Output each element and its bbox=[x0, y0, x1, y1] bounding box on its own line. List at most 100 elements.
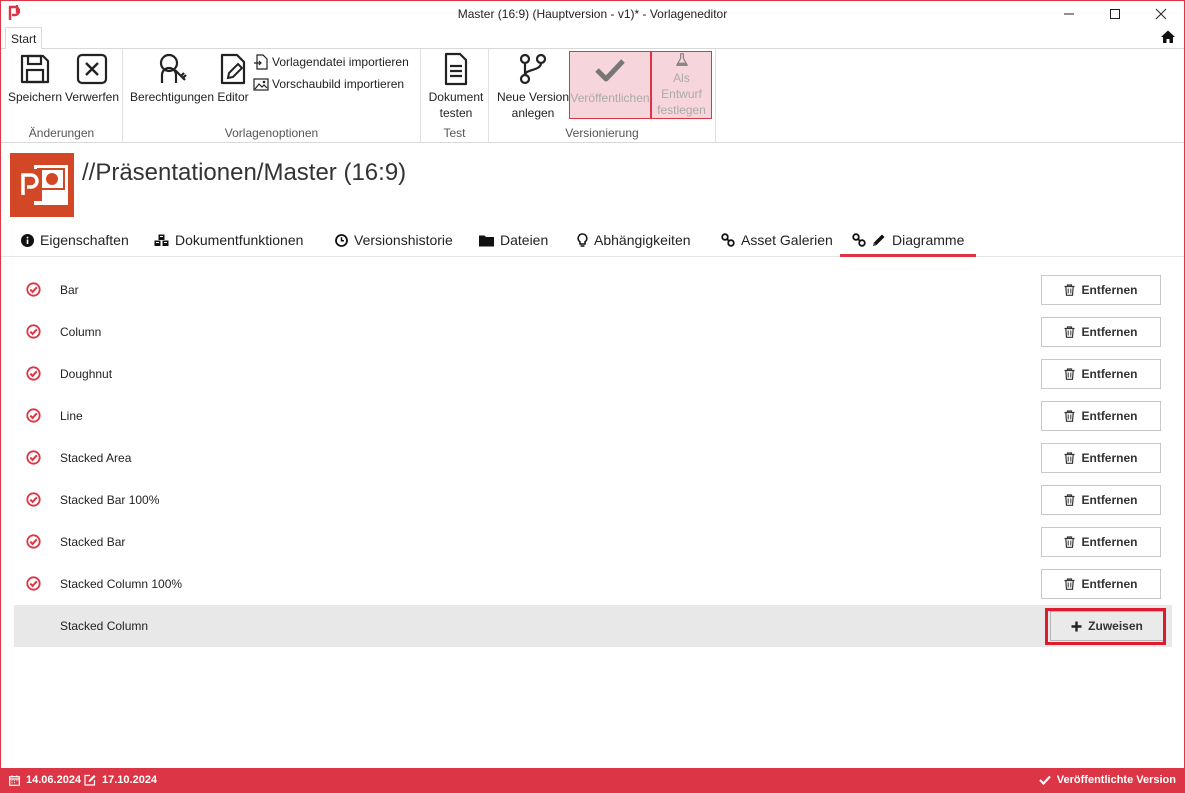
content-tabs: Eigenschaften Dokumentfunktionen Version… bbox=[1, 225, 1184, 257]
tab-properties-label: Eigenschaften bbox=[40, 232, 129, 248]
remove-button[interactable]: Entfernen bbox=[1041, 401, 1161, 431]
page-title: //Präsentationen/Master (16:9) bbox=[82, 159, 407, 186]
group-label-template-options: Vorlagenoptionen bbox=[224, 126, 319, 140]
check-circle-icon bbox=[26, 408, 41, 423]
draft-label-line1: Als Entwurf bbox=[661, 71, 702, 101]
remove-button-label: Entfernen bbox=[1081, 367, 1138, 381]
ribbon-tab-strip: Start bbox=[1, 27, 1184, 50]
modified-date: 17.10.2024 bbox=[84, 768, 157, 792]
editor-label: Editor bbox=[217, 90, 249, 104]
remove-button-label: Entfernen bbox=[1081, 577, 1138, 591]
folder-icon bbox=[479, 235, 494, 246]
ribbon-tab-start[interactable]: Start bbox=[5, 27, 43, 50]
minimize-icon bbox=[1064, 13, 1074, 15]
chart-name: Column bbox=[60, 325, 102, 339]
permissions-icon bbox=[159, 53, 187, 83]
tab-document-functions[interactable]: Dokumentfunktionen bbox=[154, 225, 303, 255]
version-status: Veröffentlichte Version bbox=[1039, 768, 1176, 792]
chart-name: Stacked Area bbox=[60, 451, 132, 465]
permissions-button[interactable]: Berechtigungen bbox=[129, 51, 215, 105]
app-window: Master (16:9) (Hauptversion - v1)* - Vor… bbox=[0, 0, 1185, 793]
remove-button[interactable]: Entfernen bbox=[1041, 359, 1161, 389]
trash-icon bbox=[1064, 452, 1075, 464]
remove-button[interactable]: Entfernen bbox=[1041, 275, 1161, 305]
close-button[interactable] bbox=[1138, 1, 1184, 27]
remove-button[interactable]: Entfernen bbox=[1041, 443, 1161, 473]
title-bar: Master (16:9) (Hauptversion - v1)* - Vor… bbox=[1, 1, 1184, 27]
remove-button-label: Entfernen bbox=[1081, 283, 1138, 297]
tab-asset-galleries-label: Asset Galerien bbox=[741, 232, 833, 248]
save-label: Speichern bbox=[7, 90, 63, 104]
remove-button[interactable]: Entfernen bbox=[1041, 485, 1161, 515]
test-document-button[interactable]: Dokument testen bbox=[427, 51, 485, 121]
trash-icon bbox=[1064, 326, 1075, 338]
app-logo-icon bbox=[8, 5, 21, 20]
tab-charts-label: Diagramme bbox=[892, 231, 965, 248]
trash-icon bbox=[1064, 284, 1075, 296]
remove-button[interactable]: Entfernen bbox=[1041, 527, 1161, 557]
ribbon-group-template-options: Berechtigungen Editor Vorlagendatei impo… bbox=[123, 49, 421, 143]
publish-button[interactable]: Veröffentlichen bbox=[569, 51, 651, 119]
editor-button[interactable]: Editor bbox=[215, 51, 251, 105]
check-circle-icon bbox=[26, 576, 41, 591]
tab-document-functions-label: Dokumentfunktionen bbox=[175, 232, 304, 248]
group-label-versioning: Versionierung bbox=[565, 126, 639, 140]
chart-name: Line bbox=[60, 409, 83, 423]
focus-highlight bbox=[1045, 608, 1166, 645]
trash-icon bbox=[1064, 578, 1075, 590]
home-icon[interactable] bbox=[1160, 29, 1176, 45]
version-status-label: Veröffentlichte Version bbox=[1056, 774, 1176, 786]
ribbon-group-versioning: Neue Version anlegen Veröffentlichen Als… bbox=[489, 49, 716, 143]
maximize-button[interactable] bbox=[1092, 1, 1138, 27]
set-draft-button[interactable]: Als Entwurf festlegen bbox=[651, 51, 712, 119]
remove-button-label: Entfernen bbox=[1081, 409, 1138, 423]
remove-button-label: Entfernen bbox=[1081, 535, 1138, 549]
list-item: Stacked Bar 100% Entfernen bbox=[14, 479, 1172, 521]
tab-files-label: Dateien bbox=[500, 232, 549, 248]
group-label-changes: Änderungen bbox=[28, 126, 95, 140]
list-item: Column Entfernen bbox=[14, 311, 1172, 353]
tab-version-history[interactable]: Versionshistorie bbox=[335, 225, 453, 255]
import-preview-button[interactable]: Vorschaubild importieren bbox=[253, 76, 404, 92]
save-icon bbox=[20, 54, 50, 84]
remove-button-label: Entfernen bbox=[1081, 493, 1138, 507]
test-label-line2: testen bbox=[439, 106, 473, 120]
ribbon-group-test: Dokument testen Test bbox=[421, 49, 489, 143]
check-circle-icon bbox=[26, 366, 41, 381]
document-test-icon bbox=[444, 52, 468, 86]
editor-icon bbox=[220, 53, 246, 85]
clock-icon bbox=[335, 233, 348, 247]
remove-button[interactable]: Entfernen bbox=[1041, 317, 1161, 347]
import-template-button[interactable]: Vorlagendatei importieren bbox=[253, 54, 409, 70]
tab-dependencies-label: Abhängigkeiten bbox=[594, 232, 691, 248]
chart-list: Bar Entfernen Column Entfernen Doughnut Entfe… bbox=[14, 269, 1172, 647]
link-icon bbox=[852, 232, 866, 247]
remove-button[interactable]: Entfernen bbox=[1041, 569, 1161, 599]
check-circle-icon bbox=[26, 534, 41, 549]
tab-files[interactable]: Dateien bbox=[479, 225, 548, 255]
list-item: Stacked Bar Entfernen bbox=[14, 521, 1172, 563]
cubes-icon bbox=[154, 234, 169, 246]
tab-asset-galleries[interactable]: Asset Galerien bbox=[721, 225, 833, 255]
check-circle-icon bbox=[26, 450, 41, 465]
new-version-button[interactable]: Neue Version anlegen bbox=[495, 51, 571, 121]
info-circle-icon bbox=[21, 233, 34, 247]
pencil-icon bbox=[873, 234, 885, 246]
publish-label: Veröffentlichen bbox=[570, 91, 650, 105]
tab-properties[interactable]: Eigenschaften bbox=[21, 225, 129, 255]
test-label-line1: Dokument bbox=[428, 90, 484, 104]
discard-button[interactable]: Verwerfen bbox=[63, 51, 121, 105]
save-button[interactable]: Speichern bbox=[7, 51, 63, 105]
tab-charts[interactable]: Diagramme bbox=[840, 225, 977, 257]
import-preview-label: Vorschaubild importieren bbox=[272, 77, 405, 91]
flask-icon bbox=[675, 53, 688, 66]
ribbon-group-changes: Speichern Verwerfen Änderungen bbox=[1, 49, 123, 143]
image-import-icon bbox=[253, 78, 269, 91]
check-circle-icon bbox=[26, 282, 41, 297]
chart-name: Stacked Column bbox=[60, 619, 149, 633]
tab-version-history-label: Versionshistorie bbox=[354, 232, 453, 248]
tab-dependencies[interactable]: Abhängigkeiten bbox=[577, 225, 691, 255]
maximize-icon bbox=[1110, 9, 1120, 19]
minimize-button[interactable] bbox=[1046, 1, 1092, 27]
check-circle-icon bbox=[26, 492, 41, 507]
